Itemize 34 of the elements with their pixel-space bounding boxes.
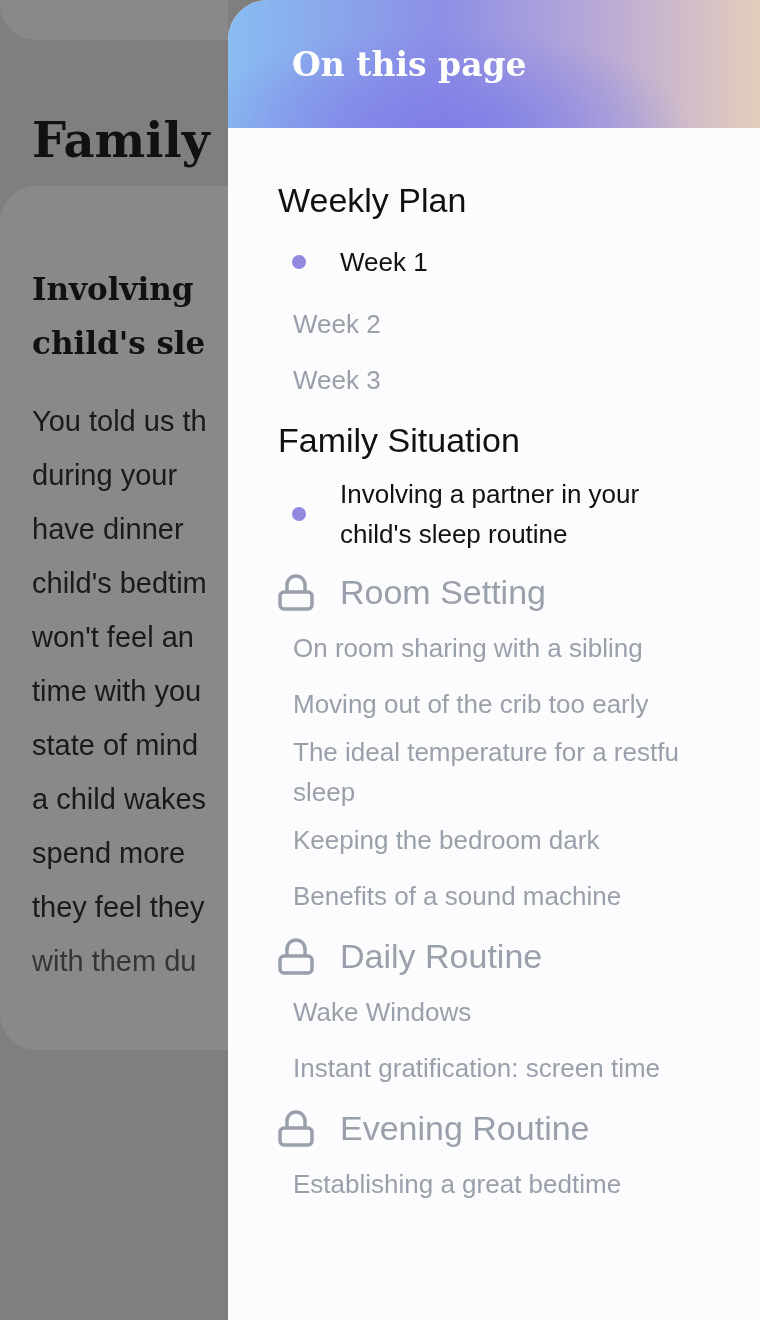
toc-link[interactable]: Moving out of the crib too early bbox=[293, 684, 649, 724]
toc-link[interactable]: Week 1 bbox=[340, 242, 428, 282]
paragraph-line: during your bbox=[32, 458, 179, 493]
paragraph-line: won't feel an bbox=[32, 620, 195, 655]
toc-link[interactable]: The ideal temperature for a restfu sleep bbox=[293, 732, 679, 812]
section-title[interactable]: Daily Routine bbox=[278, 928, 760, 984]
toc-link[interactable]: On room sharing with a sibling bbox=[293, 628, 643, 668]
section-title[interactable]: Weekly Plan bbox=[278, 172, 760, 228]
section-title[interactable]: Family Situation bbox=[278, 412, 760, 468]
lock-icon bbox=[278, 937, 314, 975]
paragraph-line: have dinner bbox=[32, 512, 185, 547]
lock-icon bbox=[278, 1109, 314, 1147]
toc-link[interactable]: Wake Windows bbox=[293, 992, 472, 1032]
drawer-title: On this page bbox=[292, 44, 527, 84]
toc-link[interactable]: Instant gratification: screen time bbox=[293, 1048, 661, 1088]
section-title[interactable]: Room Setting bbox=[278, 564, 760, 620]
lock-icon bbox=[278, 573, 314, 611]
toc-link[interactable]: Keeping the bedroom dark bbox=[293, 820, 600, 860]
toc-link[interactable]: Establishing a great bedtime bbox=[293, 1164, 622, 1204]
toc-link[interactable]: Involving a partner in your child's sleep routine bbox=[340, 474, 640, 554]
paragraph-line: a child wakes bbox=[32, 782, 208, 817]
paragraph-line: with them du bbox=[32, 944, 198, 979]
page-title: Family bbox=[32, 111, 212, 170]
paragraph-line: they feel they bbox=[32, 890, 206, 925]
paragraph-line: child's bedtim bbox=[32, 566, 208, 601]
paragraph-line: spend more bbox=[32, 836, 187, 871]
toc-link[interactable]: Week 2 bbox=[293, 304, 381, 344]
paragraph-line: You told us th bbox=[32, 404, 208, 439]
section-title[interactable]: Evening Routine bbox=[278, 1100, 760, 1156]
toc-link[interactable]: Week 3 bbox=[293, 360, 381, 400]
paragraph-line: state of mind bbox=[32, 728, 200, 763]
paragraph-line: time with you bbox=[32, 674, 203, 709]
toc-link[interactable]: Benefits of a sound machine bbox=[293, 876, 622, 916]
card-heading: Involving child's sle bbox=[32, 270, 207, 363]
